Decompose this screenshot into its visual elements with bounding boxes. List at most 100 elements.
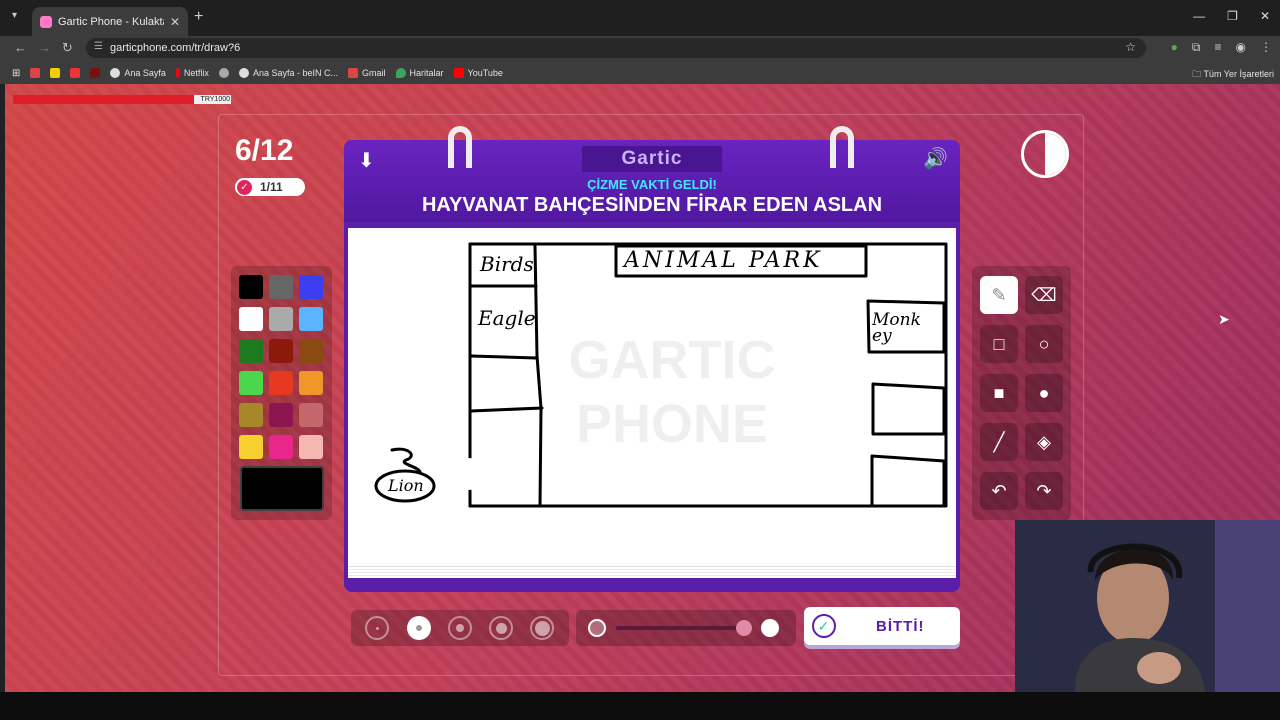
restore-icon[interactable]: ❐ xyxy=(1227,9,1238,23)
address-bar[interactable]: ☰ garticphone.com/tr/draw?6 ☆ xyxy=(86,38,1146,58)
yellow-bookmark-icon[interactable] xyxy=(50,68,61,78)
gmail-bookmark-icon[interactable] xyxy=(30,68,41,78)
taskbar-strip xyxy=(0,692,1280,720)
color-swatch[interactable] xyxy=(239,307,263,331)
opacity-knob[interactable] xyxy=(736,620,752,636)
color-swatch[interactable] xyxy=(299,371,323,395)
opacity-low-icon xyxy=(588,619,606,637)
opacity-high-icon xyxy=(761,619,779,637)
brush-size-selector xyxy=(351,610,569,646)
contrast-icon[interactable] xyxy=(1021,130,1069,178)
brush-size-3[interactable] xyxy=(448,616,472,640)
current-color xyxy=(240,466,324,511)
url-text: garticphone.com/tr/draw?6 xyxy=(110,42,241,54)
drawing-label-eagle: Eagle xyxy=(478,306,536,330)
brush-size-4[interactable] xyxy=(489,616,513,640)
line-icon[interactable]: ╱ xyxy=(980,423,1018,461)
check-icon: ✓ xyxy=(237,179,252,195)
pencil-icon[interactable]: ✎ xyxy=(980,276,1018,314)
rectangle-outline-icon[interactable]: □ xyxy=(980,325,1018,363)
minimize-icon[interactable]: — xyxy=(1193,9,1205,23)
drawing-label-animal-park: ANIMAL PARK xyxy=(624,248,823,273)
color-swatch[interactable] xyxy=(239,371,263,395)
download-icon[interactable]: ⬇ xyxy=(358,148,375,173)
color-swatch[interactable] xyxy=(269,403,293,427)
color-swatch[interactable] xyxy=(299,275,323,299)
close-window-icon[interactable]: ✕ xyxy=(1260,9,1270,23)
drawing-label-monkey: Monk ey xyxy=(872,310,921,346)
donation-goal-fill xyxy=(13,95,194,104)
favicon-icon xyxy=(40,15,52,28)
circle-outline-icon[interactable]: ○ xyxy=(1025,325,1063,363)
bookmark-youtube[interactable]: YouTube xyxy=(453,68,503,78)
speaker-icon[interactable]: 🔊 xyxy=(923,146,948,171)
color-swatch[interactable] xyxy=(269,371,293,395)
bookmark-haritalar[interactable]: Haritalar xyxy=(395,68,444,78)
color-swatch[interactable] xyxy=(269,307,293,331)
binder-ring-right xyxy=(830,126,854,168)
done-button-label: BİTTİ! xyxy=(876,617,925,635)
bookmark-netflix[interactable]: Netflix xyxy=(175,68,209,78)
eraser-icon[interactable]: ⌫ xyxy=(1025,276,1063,314)
check-icon: ✓ xyxy=(812,614,836,638)
profile-avatar-icon[interactable]: ◉ xyxy=(1236,40,1246,55)
browser-tab[interactable]: Gartic Phone - Kulaktan Kulağa ✕ xyxy=(32,7,188,36)
tab-title: Gartic Phone - Kulaktan Kulağa xyxy=(58,15,164,28)
board-header: ⬇ 🔊 Gartic ÇİZME VAKTİ GELDİ! HAYVANAT B… xyxy=(344,140,960,222)
mouse-cursor-icon: ➤ xyxy=(1218,311,1230,327)
bookmark-gmail[interactable]: Gmail xyxy=(347,68,386,78)
drawing-label-birds: Birds xyxy=(480,252,534,276)
site-info-icon[interactable]: ☰ xyxy=(94,41,103,52)
webcam-overlay xyxy=(1015,520,1280,692)
brush-size-1[interactable] xyxy=(365,616,389,640)
undo-icon[interactable]: ↶ xyxy=(980,472,1018,510)
tab-search-icon[interactable]: ▾ xyxy=(12,10,17,21)
opacity-slider[interactable] xyxy=(576,610,796,646)
color-swatch[interactable] xyxy=(239,339,263,363)
color-swatch[interactable] xyxy=(269,275,293,299)
youtube-bookmark-icon[interactable] xyxy=(70,68,81,78)
done-button[interactable]: ✓ BİTTİ! xyxy=(804,607,960,645)
bookmark-star-icon[interactable]: ☆ xyxy=(1125,40,1136,54)
bucket-icon[interactable]: ◈ xyxy=(1025,423,1063,461)
bookmark-globe[interactable] xyxy=(218,68,229,78)
brush-size-5[interactable] xyxy=(530,616,554,640)
back-icon[interactable]: ← xyxy=(14,40,27,55)
tool-panel: ✎ ⌫ □ ○ ■ ● ╱ ◈ ↶ ↷ xyxy=(972,266,1071,520)
color-swatch[interactable] xyxy=(269,435,293,459)
drawing-label-lion: Lion xyxy=(388,476,424,495)
all-bookmarks[interactable]: 🗀 Tüm Yer İşaretleri xyxy=(1192,67,1274,83)
extensions: ● ⧉ ≡ ◉ ⋮ xyxy=(1171,40,1272,55)
media-icon[interactable]: ≡ xyxy=(1215,40,1222,55)
extension-shield-icon[interactable]: ● xyxy=(1171,40,1178,55)
rectangle-fill-icon[interactable]: ■ xyxy=(980,374,1018,412)
bookmark-bein[interactable]: Ana Sayfa - beIN C... xyxy=(238,68,338,78)
opacity-track[interactable] xyxy=(616,626,746,630)
tab-strip: ▾ Gartic Phone - Kulaktan Kulağa ✕ + — ❐… xyxy=(0,0,1280,36)
draw-subtitle: ÇİZME VAKTİ GELDİ! xyxy=(587,177,717,192)
extensions-puzzle-icon[interactable]: ⧉ xyxy=(1192,40,1201,55)
brush-size-2[interactable] xyxy=(407,616,431,640)
bookmark-ana-sayfa[interactable]: Ana Sayfa xyxy=(110,68,166,78)
red-bookmark-icon[interactable] xyxy=(90,68,101,78)
color-swatch[interactable] xyxy=(299,307,323,331)
reload-icon[interactable]: ↻ xyxy=(62,40,73,56)
color-swatch[interactable] xyxy=(299,403,323,427)
menu-icon[interactable]: ⋮ xyxy=(1260,40,1272,55)
drawing-strokes xyxy=(374,242,948,508)
color-swatch[interactable] xyxy=(299,435,323,459)
color-swatch[interactable] xyxy=(239,435,263,459)
color-swatch[interactable] xyxy=(299,339,323,363)
new-tab-icon[interactable]: + xyxy=(194,8,203,26)
color-swatch[interactable] xyxy=(239,403,263,427)
donation-goal-value: TRY1000 xyxy=(200,96,230,103)
redo-icon[interactable]: ↷ xyxy=(1025,472,1063,510)
bookmarks-bar: ⊞ Ana Sayfa Netflix Ana Sayfa - beIN C..… xyxy=(0,62,1280,84)
close-tab-icon[interactable]: ✕ xyxy=(170,15,180,29)
apps-grid-icon[interactable]: ⊞ xyxy=(12,68,20,79)
circle-fill-icon[interactable]: ● xyxy=(1025,374,1063,412)
forward-icon[interactable]: → xyxy=(38,40,51,55)
color-swatch[interactable] xyxy=(269,339,293,363)
drawing-canvas[interactable]: GARTIC PHONE Birds Eagle ANIMAL PARK Monk… xyxy=(348,228,956,578)
color-swatch[interactable] xyxy=(239,275,263,299)
